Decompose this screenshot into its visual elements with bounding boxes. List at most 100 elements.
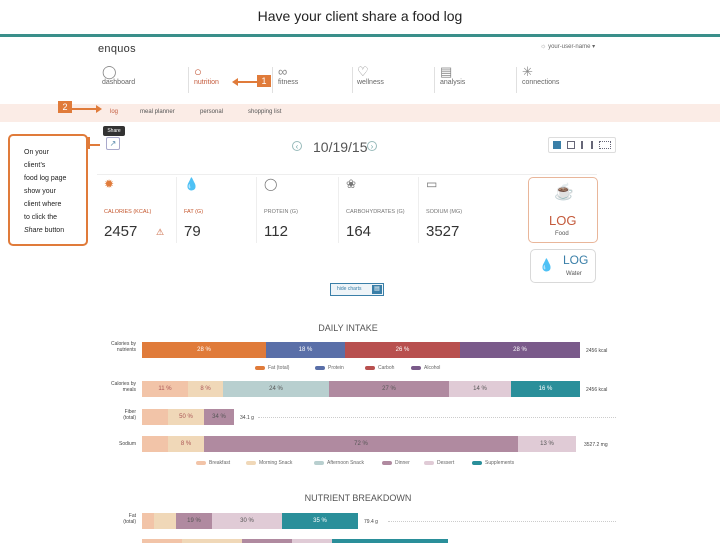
stat-protein: ◯ PROTEIN (G) 112 xyxy=(264,177,344,247)
callout-arrow-1 xyxy=(236,81,258,83)
row-total: 2456 kcal xyxy=(586,387,608,393)
log-water-button[interactable]: 💧 LOG Water xyxy=(530,249,596,283)
next-date-button[interactable]: › xyxy=(367,141,377,151)
subnav-log[interactable]: log xyxy=(110,109,118,115)
connections-icon: ✳ xyxy=(522,64,533,79)
legend-swatch xyxy=(365,365,375,370)
callout-arrowhead-2 xyxy=(96,105,102,113)
bar-calories-by-meals: 11 % 8 % 24 % 27 % 14 % 16 % xyxy=(142,381,580,397)
photo-view-icon[interactable] xyxy=(567,141,575,149)
subnav-personal[interactable]: personal xyxy=(200,109,223,115)
nav-wellness[interactable]: ♡ wellness xyxy=(357,64,437,87)
nav-divider xyxy=(352,67,353,93)
bar-segment: 26 % xyxy=(345,342,460,358)
nav-divider xyxy=(188,67,189,93)
nav-divider xyxy=(434,67,435,93)
nav-connections[interactable]: ✳ connections xyxy=(522,64,602,87)
nav-analysis[interactable]: ▤ analysis xyxy=(440,64,520,87)
bar-segment: 24 % xyxy=(223,381,329,397)
bar-sodium: 8 % 72 % 13 % xyxy=(142,436,578,452)
callout-button-word: button xyxy=(42,227,65,234)
view-toggle-group xyxy=(548,137,616,153)
legend-label: Afternoon Snack xyxy=(327,460,364,466)
legend-item-alcohol: Alcohol xyxy=(411,365,440,371)
bar-segment xyxy=(142,436,168,452)
row-total: 2456 kcal xyxy=(586,348,608,354)
legend-label: Fat (total) xyxy=(268,365,290,371)
app-logo[interactable]: enquos xyxy=(98,43,136,55)
legend-item-dinner: Dinner xyxy=(382,460,410,466)
row-total: 3527.2 mg xyxy=(584,442,608,448)
bar-segment: 19 % xyxy=(176,513,212,529)
callout-line: On your xyxy=(24,149,49,156)
protein-icon: ◯ xyxy=(264,177,278,191)
log-water-sub: Water xyxy=(566,271,582,277)
callout-line: food log page xyxy=(24,175,67,182)
callout-box: On your client’s food log page show your… xyxy=(8,134,88,246)
callout-arrowhead-1 xyxy=(232,78,238,86)
list-view-icon[interactable] xyxy=(553,141,561,149)
callout-line: client where xyxy=(24,201,62,208)
callout-share-word: Share xyxy=(24,227,43,234)
stat-divider xyxy=(256,177,257,243)
log-food-button[interactable]: ☕ LOG Food xyxy=(528,177,598,243)
callout-line: to click the xyxy=(24,214,58,221)
subnav-shopping-list[interactable]: shopping list xyxy=(248,109,281,115)
daily-intake-title: DAILY INTAKE xyxy=(318,323,378,333)
row-label-line: meals xyxy=(122,387,136,393)
legend-label: Alcohol xyxy=(424,365,441,371)
share-button[interactable]: ↗ xyxy=(106,137,120,150)
user-menu[interactable]: ☼ your-user-name ▾ xyxy=(540,43,595,50)
prev-date-button[interactable]: ‹ xyxy=(292,141,302,151)
fat-drop-icon: 💧 xyxy=(184,177,199,191)
row-label-line: nutrients xyxy=(116,347,136,353)
dashboard-icon: ◯ xyxy=(102,64,117,79)
legend-label: Dessert xyxy=(437,460,455,466)
legend-label: Dinner xyxy=(395,460,410,466)
stat-value: 112 xyxy=(264,223,288,240)
bar-calories-by-nutrients: 28 % 18 % 26 % 28 % xyxy=(142,342,580,358)
subnav-bar: log meal planner personal shopping list xyxy=(0,104,720,122)
bar-segment: 35 % xyxy=(282,513,358,529)
bar-segment: 27 % xyxy=(329,381,449,397)
grid-view-icon[interactable] xyxy=(599,141,611,149)
row-total: 79.4 g xyxy=(364,519,378,525)
row-label-sodium: Sodium xyxy=(100,441,136,447)
heart-icon: ♡ xyxy=(357,64,369,79)
nav-divider xyxy=(516,67,517,93)
share-tooltip: Share xyxy=(103,126,125,136)
stat-label: CALORIES (KCAL) xyxy=(104,209,152,215)
bar-segment: 13 % xyxy=(518,436,576,452)
stat-label: PROTEIN (G) xyxy=(264,209,298,215)
slide-title: Have your client share a food log xyxy=(257,8,463,24)
barcode-icon[interactable] xyxy=(581,141,593,149)
nav-dashboard[interactable]: ◯ dashboard xyxy=(102,64,182,87)
legend-item-breakfast: Breakfast xyxy=(196,460,230,466)
stat-value: 79 xyxy=(184,223,201,240)
bar-segment: 28 % xyxy=(460,342,580,358)
hide-charts-button[interactable]: hide charts ▤ xyxy=(330,283,384,296)
row-label-line: (total) xyxy=(123,519,136,525)
legend-item-afternoon-snack: Afternoon Snack xyxy=(314,460,364,466)
legend-label: Carboh xyxy=(378,365,395,371)
stat-calories: ✹ CALORIES (KCAL) 2457 ⚠ xyxy=(104,177,184,247)
row-guide xyxy=(258,417,616,418)
nav-label: analysis xyxy=(440,79,466,86)
stats-divider xyxy=(97,174,597,175)
nav-label: nutrition xyxy=(194,79,219,86)
stat-fat: 💧 FAT (G) 79 xyxy=(184,177,264,247)
bar-fat-breakdown: 19 % 30 % 35 % xyxy=(142,513,358,529)
stat-label: FAT (G) xyxy=(184,209,204,215)
chart-icon: ▤ xyxy=(440,64,453,79)
chevron-left-icon: ‹ xyxy=(295,142,299,151)
row-label-calories-meals: Calories by meals xyxy=(100,381,136,393)
legend-swatch xyxy=(411,365,421,370)
warning-icon: ⚠ xyxy=(156,227,165,237)
nav-fitness[interactable]: ∞ fitness xyxy=(278,65,358,87)
subnav-meal-planner[interactable]: meal planner xyxy=(140,109,175,115)
user-icon: ☼ xyxy=(540,43,547,50)
bar-segment: 72 % xyxy=(204,436,518,452)
bowl-icon: ☕ xyxy=(554,184,574,201)
legend-swatch xyxy=(314,460,324,465)
legend-swatch xyxy=(382,460,392,465)
